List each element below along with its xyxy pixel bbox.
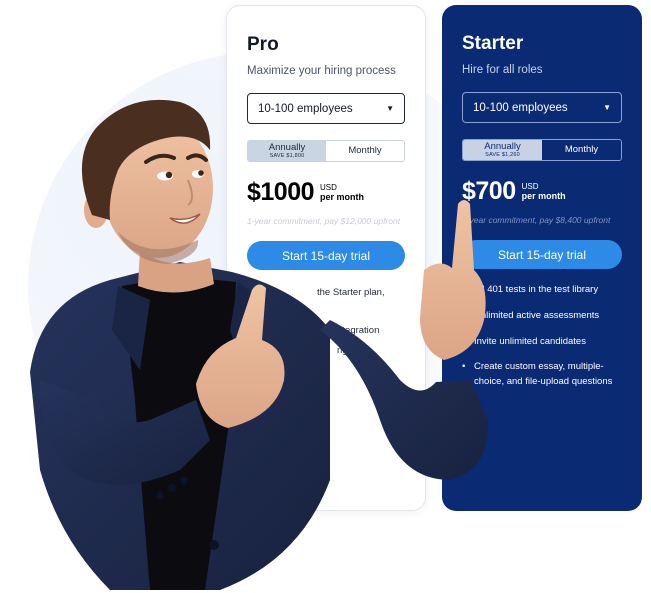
right-hand-pointing: [420, 200, 486, 360]
person-pointing-illustration: [30, 99, 489, 590]
